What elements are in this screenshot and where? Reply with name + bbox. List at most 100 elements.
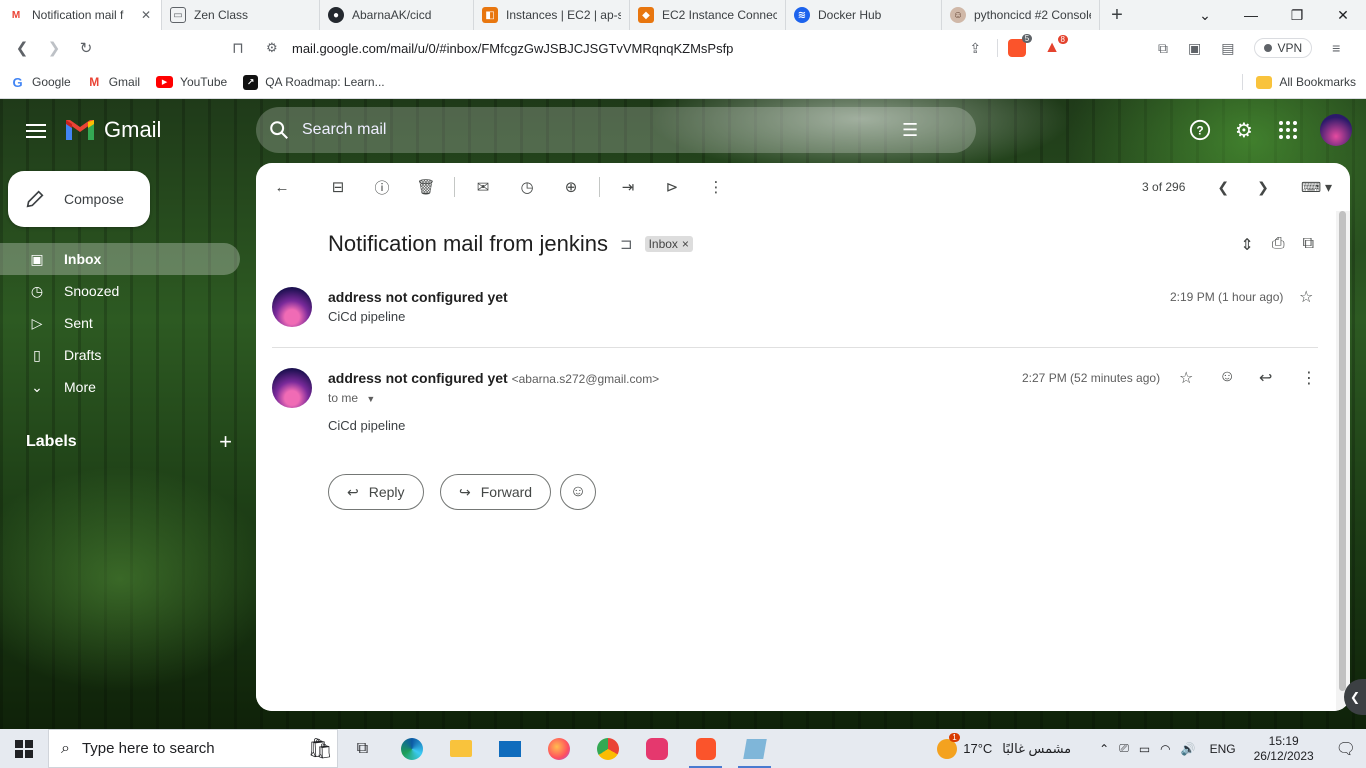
account-avatar[interactable] <box>1320 114 1352 146</box>
extensions-icon[interactable]: ⧉ <box>1158 40 1168 57</box>
close-tab-icon[interactable]: ✕ <box>139 8 153 22</box>
brave-browser-icon[interactable] <box>681 729 730 768</box>
header-actions: ? ⚙ <box>1182 109 1352 151</box>
edge-icon[interactable] <box>387 729 436 768</box>
restore-icon[interactable]: ❐ <box>1274 0 1320 30</box>
sender-name: address not configured yet <box>328 370 508 386</box>
tab-ec2-connect[interactable]: ◆ EC2 Instance Connect <box>630 0 786 30</box>
brave-shields-icon[interactable]: 5 <box>1008 34 1033 57</box>
main-menu-icon[interactable] <box>24 120 48 144</box>
add-reaction-icon[interactable]: ☺ <box>1219 368 1235 386</box>
delete-icon[interactable]: 🗑 <box>404 167 448 207</box>
reply-button[interactable]: ↩ Reply <box>328 474 424 510</box>
report-spam-icon[interactable]: ⓘ <box>360 167 404 207</box>
url-bar[interactable]: ⚙ mail.google.com/mail/u/0/#inbox/FMfcgz… <box>258 33 1074 63</box>
forward-icon[interactable]: ❯ <box>38 32 70 64</box>
share-icon[interactable]: ⇪ <box>969 40 981 57</box>
browser-menu-icon[interactable]: ≡ <box>1332 40 1340 56</box>
battery-icon[interactable]: ▭ <box>1139 742 1150 756</box>
show-hidden-icons-icon[interactable]: ⌃ <box>1099 742 1109 756</box>
move-to-icon[interactable]: ⇥ <box>606 167 650 207</box>
toolbar-divider <box>454 177 455 197</box>
chrome-icon[interactable] <box>583 729 632 768</box>
more-options-icon[interactable]: ⋮ <box>694 167 738 207</box>
bookmark-google[interactable]: G Google <box>10 75 70 90</box>
wallet-icon[interactable]: ▤ <box>1221 40 1234 57</box>
language-indicator[interactable]: ENG <box>1210 742 1236 756</box>
pagination: 3 of 296 ❮ ❯ ⌨ ▾ <box>1142 163 1332 211</box>
compose-button[interactable]: Compose <box>8 171 150 227</box>
bookmark-gmail[interactable]: M Gmail <box>87 75 140 90</box>
sidebar-item-more[interactable]: ⌄ More <box>0 371 240 403</box>
snooze-icon[interactable]: ◷ <box>505 167 549 207</box>
tab-jenkins-console[interactable]: ☺ pythoncicd #2 Console <box>942 0 1100 30</box>
emoji-react-button[interactable]: ☺ <box>560 474 596 510</box>
archive-icon[interactable]: ⊟ <box>316 167 360 207</box>
sidebar-icon[interactable]: ▣ <box>1188 40 1201 57</box>
search-bar[interactable]: ☰ <box>256 107 976 153</box>
mark-unread-icon[interactable]: ✉ <box>461 167 505 207</box>
windows-start-icon[interactable] <box>0 729 48 768</box>
volume-icon[interactable]: 🔊 <box>1181 742 1196 756</box>
tab-zen-class[interactable]: ▭ Zen Class <box>162 0 320 30</box>
tab-notification-mail[interactable]: M Notification mail f ✕ <box>0 0 162 30</box>
create-label-icon[interactable]: + <box>219 429 232 455</box>
newer-icon[interactable]: ❮ <box>1217 179 1229 196</box>
sidebar-item-drafts[interactable]: ▯ Drafts <box>0 339 240 371</box>
notepad-icon[interactable] <box>730 729 779 768</box>
sender-email: <abarna.s272@gmail.com> <box>511 372 660 386</box>
more-message-options-icon[interactable]: ⋮ <box>1301 368 1317 388</box>
mail-app-icon[interactable] <box>485 729 534 768</box>
help-icon[interactable]: ? <box>1182 109 1218 151</box>
task-view-icon[interactable]: ⧉ <box>338 729 387 768</box>
search-input[interactable] <box>302 121 902 139</box>
wifi-icon[interactable]: ◠ <box>1160 742 1170 756</box>
star-icon[interactable]: ☆ <box>1299 287 1313 307</box>
gmail-logo[interactable]: Gmail <box>64 117 161 143</box>
vpn-button[interactable]: VPN <box>1254 38 1313 58</box>
back-to-inbox-icon[interactable]: ← <box>260 167 304 207</box>
tab-github-cicd[interactable]: ● AbarnaAK/cicd <box>320 0 474 30</box>
label-icon[interactable]: ⊳ <box>650 167 694 207</box>
scrollbar-thumb[interactable] <box>1339 211 1346 691</box>
back-icon[interactable]: ❮ <box>6 32 38 64</box>
weather-widget[interactable]: 1 17°C مشمس غالبًا <box>937 732 1071 759</box>
site-info-icon[interactable]: ⚙ <box>266 40 282 56</box>
new-tab-icon[interactable]: + <box>1100 0 1134 30</box>
input-tools-icon[interactable]: ⌨ ▾ <box>1301 179 1332 196</box>
taskbar-search[interactable]: ⌕ Type here to search 🛍 <box>48 729 338 768</box>
taskbar-clock[interactable]: 15:19 26/12/2023 <box>1254 734 1314 764</box>
wps-office-icon[interactable] <box>632 729 681 768</box>
search-options-icon[interactable]: ☰ <box>902 120 918 141</box>
reply-icon[interactable]: ↩ <box>1259 368 1272 388</box>
close-window-icon[interactable]: ✕ <box>1320 0 1366 30</box>
search-icon[interactable] <box>268 119 290 141</box>
bookmark-page-icon[interactable]: ⊓ <box>222 32 254 64</box>
file-explorer-icon[interactable] <box>436 729 485 768</box>
firefox-icon[interactable] <box>534 729 583 768</box>
minimize-icon[interactable]: — <box>1228 0 1274 30</box>
star-icon[interactable]: ☆ <box>1179 368 1193 388</box>
forward-button[interactable]: ↪ Forward <box>440 474 552 510</box>
tab-ec2-instances[interactable]: ◧ Instances | EC2 | ap-so <box>474 0 630 30</box>
apps-grid-icon[interactable] <box>1270 109 1306 151</box>
bookmark-youtube[interactable]: ▶ YouTube <box>156 75 227 89</box>
recipients-toggle[interactable]: to me ▼ <box>328 391 375 405</box>
tab-search-icon[interactable]: ⌄ <box>1182 0 1228 30</box>
sidebar-item-inbox[interactable]: ▣ Inbox <box>0 243 240 275</box>
all-bookmarks[interactable]: All Bookmarks <box>1242 74 1356 90</box>
reload-icon[interactable]: ↻ <box>70 32 102 64</box>
older-icon[interactable]: ❯ <box>1257 179 1269 196</box>
message-collapsed[interactable]: address not configured yet CiCd pipeline… <box>256 211 1336 347</box>
sidebar-item-snoozed[interactable]: ◷ Snoozed <box>0 275 240 307</box>
meet-now-icon[interactable]: ⎚ <box>1119 741 1129 756</box>
bookmark-qa-roadmap[interactable]: ↗ QA Roadmap: Learn... <box>243 74 385 90</box>
notifications-icon[interactable]: 🗨 <box>1336 739 1356 759</box>
scrollbar[interactable] <box>1336 211 1350 711</box>
settings-gear-icon[interactable]: ⚙ <box>1226 109 1262 151</box>
add-to-tasks-icon[interactable]: ⊕ <box>549 167 593 207</box>
brave-rewards-icon[interactable]: ▲ 8 <box>1044 35 1068 57</box>
tab-docker-hub[interactable]: ≋ Docker Hub <box>786 0 942 30</box>
sidebar-item-sent[interactable]: ▷ Sent <box>0 307 240 339</box>
url-text[interactable]: mail.google.com/mail/u/0/#inbox/FMfcgzGw… <box>292 41 969 56</box>
